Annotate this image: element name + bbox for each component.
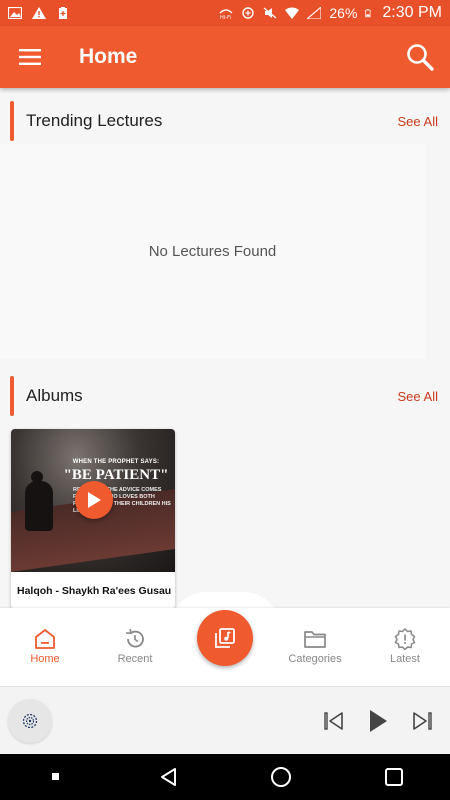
album-play-button[interactable] xyxy=(75,481,113,519)
cover-person-decoration xyxy=(25,481,53,531)
battery-percent: 26% xyxy=(329,5,358,21)
play-icon xyxy=(370,709,387,732)
data-saver-icon xyxy=(242,7,255,19)
nav-label-latest: Latest xyxy=(390,653,420,665)
trending-see-all-link[interactable]: See All xyxy=(398,114,438,129)
back-button[interactable] xyxy=(149,757,189,797)
nav-item-latest[interactable]: Latest xyxy=(360,608,450,686)
albums-see-all-link[interactable]: See All xyxy=(398,389,438,404)
battery-icon xyxy=(365,9,371,18)
home-icon xyxy=(35,629,55,649)
hamburger-icon xyxy=(19,49,41,65)
cover-caption-big: "BE PATIENT" xyxy=(63,467,169,483)
nav-item-recent[interactable]: Recent xyxy=(90,608,180,686)
trending-title: Trending Lectures xyxy=(26,111,163,130)
mini-player xyxy=(0,686,450,754)
album-title: Halqoh - Shaykh Ra'ees Gusau xyxy=(17,585,172,597)
music-library-fab[interactable] xyxy=(197,610,253,666)
mute-icon xyxy=(263,7,277,19)
nav-label-recent: Recent xyxy=(117,653,153,665)
overview-square-icon xyxy=(384,768,403,786)
home-content: Trending Lectures See All No Lectures Fo… xyxy=(0,88,450,609)
status-left-icons xyxy=(8,7,70,19)
nav-item-home[interactable]: Home xyxy=(0,608,90,686)
svg-text:Hi-Fi: Hi-Fi xyxy=(220,15,231,19)
trending-list: No Lectures Found xyxy=(0,144,425,359)
music-library-icon xyxy=(215,628,235,648)
page-title: Home xyxy=(79,45,138,68)
albums-title: Albums xyxy=(26,386,83,405)
home-button[interactable] xyxy=(261,757,301,797)
albums-section-header: Albums See All xyxy=(10,376,440,416)
menu-button[interactable] xyxy=(0,26,60,88)
wifi-icon xyxy=(285,7,300,19)
nav-label-categories: Categories xyxy=(288,653,342,665)
skip-next-button[interactable] xyxy=(410,709,434,733)
recents-dot-icon xyxy=(52,773,60,780)
app-bar: Home xyxy=(0,26,450,88)
badge-icon xyxy=(394,628,416,650)
vinyl-icon xyxy=(22,713,38,728)
skip-next-icon xyxy=(413,711,432,730)
overview-button[interactable] xyxy=(374,757,414,797)
cover-caption-small: WHEN THE PROPHET SAYS: xyxy=(72,459,160,465)
signal-icon xyxy=(307,7,322,19)
status-right-icons: Hi-Fi 26% 2:30 PM xyxy=(219,4,442,22)
image-icon xyxy=(8,7,22,19)
section-accent-bar xyxy=(10,376,14,416)
skip-previous-icon xyxy=(324,711,343,730)
now-playing-art[interactable] xyxy=(8,698,52,743)
warning-icon xyxy=(32,7,46,19)
status-bar: Hi-Fi 26% 2:30 PM xyxy=(0,0,450,26)
section-accent-bar xyxy=(10,101,14,141)
back-icon xyxy=(160,768,176,786)
empty-state-message: No Lectures Found xyxy=(148,243,277,260)
album-card[interactable]: WHEN THE PROPHET SAYS: "BE PATIENT" REME… xyxy=(11,429,175,609)
battery-saver-icon xyxy=(59,7,67,19)
player-controls xyxy=(322,709,434,733)
system-navigation-bar xyxy=(0,754,450,800)
search-button[interactable] xyxy=(390,26,450,88)
search-icon xyxy=(407,44,434,71)
play-icon xyxy=(88,492,101,508)
play-button[interactable] xyxy=(366,709,390,733)
home-circle-icon xyxy=(271,767,292,787)
album-cover-image: WHEN THE PROPHET SAYS: "BE PATIENT" REME… xyxy=(11,429,175,572)
trending-section-header: Trending Lectures See All xyxy=(10,101,440,141)
folder-icon xyxy=(304,631,326,648)
clock: 2:30 PM xyxy=(382,4,442,21)
nav-label-home: Home xyxy=(30,653,60,665)
nav-item-categories[interactable]: Categories xyxy=(270,608,360,686)
history-icon xyxy=(125,628,144,648)
skip-previous-button[interactable] xyxy=(322,709,346,733)
hd-wifi-icon: Hi-Fi xyxy=(219,9,233,19)
recents-dot-button[interactable] xyxy=(36,757,76,797)
